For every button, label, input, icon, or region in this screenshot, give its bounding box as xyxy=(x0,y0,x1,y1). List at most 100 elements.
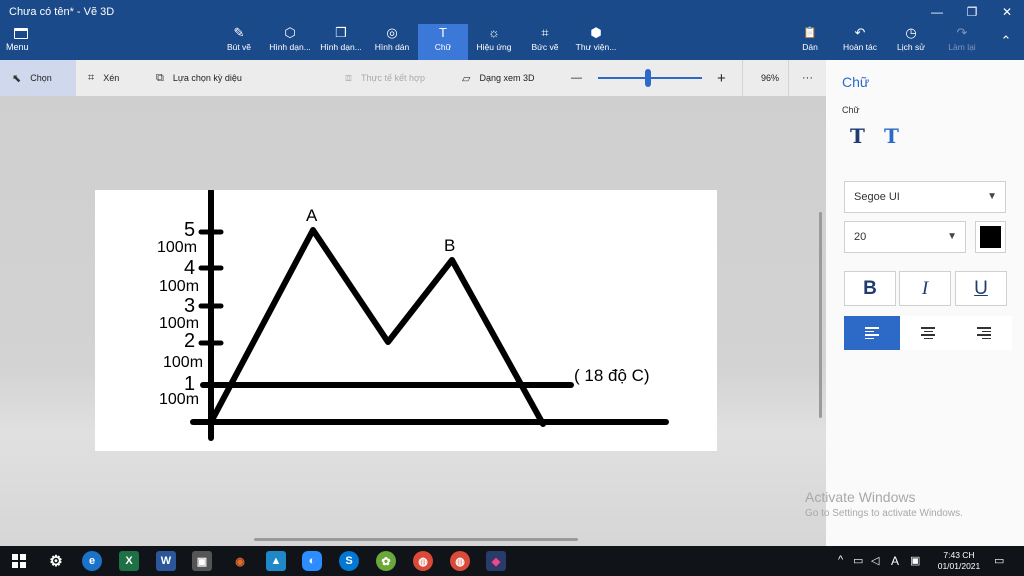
paint3d-app-icon[interactable]: ◆ xyxy=(486,551,506,571)
redo-button[interactable]: ↷ Làm lại xyxy=(944,24,980,60)
clock-date: 01/01/2021 xyxy=(937,561,981,571)
notifications-icon[interactable]: ▭ xyxy=(994,554,1004,567)
system-clock[interactable]: 7:43 CH 01/01/2021 xyxy=(931,550,987,572)
crop-button[interactable]: ⌗ Xén xyxy=(88,60,119,96)
drawing-canvas[interactable]: 5 100m 4 100m 3 100m 2 100m 1 100m A B (… xyxy=(95,190,717,451)
store-app-icon[interactable]: ▣ xyxy=(192,551,212,571)
volume-icon[interactable]: ◁ xyxy=(871,554,879,567)
tool-label: Hình dạn... xyxy=(269,42,311,52)
tool-label: Làm lại xyxy=(948,42,976,52)
zoom-app-icon[interactable]: ◐ xyxy=(302,551,322,571)
align-left-icon xyxy=(865,327,879,339)
activation-watermark: Activate Windows Go to Settings to activ… xyxy=(805,489,963,519)
toolbar-divider xyxy=(788,60,789,96)
input-language[interactable]: A xyxy=(891,554,899,568)
italic-button[interactable]: I xyxy=(899,271,951,306)
tool-label: Hình dán xyxy=(374,42,410,52)
maximize-button[interactable]: ❐ xyxy=(955,2,989,22)
ribbon: Chưa có tên* - Vẽ 3D — ❐ ✕ Menu ✎ Bút vẽ… xyxy=(0,0,1024,60)
mixed-reality-icon: ⧈ xyxy=(345,71,352,84)
undo-button[interactable]: ↶ Hoàn tác xyxy=(840,24,880,60)
minimize-button[interactable]: — xyxy=(920,2,954,22)
excel-app-icon[interactable]: X xyxy=(119,551,139,571)
view-3d-button[interactable]: ▱ Dạng xem 3D xyxy=(462,60,535,96)
tool-label: Hoàn tác xyxy=(842,42,878,52)
text-color-button[interactable] xyxy=(975,221,1006,253)
font-family-select[interactable]: Segoe UI ▼ xyxy=(844,181,1006,213)
edge-app-icon[interactable]: e xyxy=(82,551,102,571)
align-right-icon xyxy=(977,327,991,339)
folder-icon xyxy=(14,28,28,39)
chrome-app-icon[interactable]: ◍ xyxy=(413,551,433,571)
font-size-select[interactable]: 20 ▼ xyxy=(844,221,966,253)
tool-effects[interactable]: ☼ Hiệu ứng xyxy=(474,24,514,60)
horizontal-scrollbar[interactable] xyxy=(254,538,578,541)
tool-stickers[interactable]: ◎ Hình dán xyxy=(371,24,413,60)
text-properties-panel: Chữ Chữ T T Segoe UI ▼ 20 ▼ B I U xyxy=(826,60,1024,546)
zoom-in-button[interactable]: + xyxy=(717,60,726,96)
chevron-up-icon: ⌃ xyxy=(1000,33,1012,48)
windows-icon xyxy=(12,554,26,568)
underline-button[interactable]: U xyxy=(955,271,1007,306)
zoom-out-button[interactable]: — xyxy=(571,60,582,96)
tool-label: Hiệu ứng xyxy=(476,42,512,52)
color-swatch xyxy=(980,226,1001,248)
effects-icon: ☼ xyxy=(488,25,500,40)
paste-icon: 📋 xyxy=(803,27,817,39)
history-button[interactable]: ◷ Lịch sử xyxy=(894,24,928,60)
tool-label: Chữ xyxy=(434,42,452,52)
vertical-scrollbar[interactable] xyxy=(819,212,822,418)
skype-app-icon[interactable]: S xyxy=(339,551,359,571)
media-app-icon[interactable]: ◉ xyxy=(230,551,250,571)
ime-icon[interactable]: ▣ xyxy=(910,554,920,567)
tool-3d-shapes[interactable]: ❒ Hình dạn... xyxy=(318,24,364,60)
magic-select-button[interactable]: ⧉ Lựa chọn kỳ diệu xyxy=(156,60,242,96)
align-right-button[interactable] xyxy=(956,316,1012,350)
select-button[interactable]: ⬉ Chọn xyxy=(0,60,76,96)
tool-text[interactable]: T Chữ xyxy=(418,24,468,60)
tool-2d-shapes[interactable]: ⬡ Hình dạn... xyxy=(267,24,313,60)
align-center-button[interactable] xyxy=(900,316,956,350)
peak-label-a: A xyxy=(306,206,318,225)
tray-chevron-icon[interactable]: ^ xyxy=(838,554,843,566)
photos-app-icon[interactable]: ▲ xyxy=(266,551,286,571)
undo-icon: ↶ xyxy=(854,25,866,40)
mountain-profile xyxy=(208,227,546,427)
settings-app-icon[interactable]: ⚙ xyxy=(46,551,66,571)
cursor-icon: ⬉ xyxy=(12,72,22,85)
select-label: Chọn xyxy=(30,73,52,83)
zoom-slider-thumb[interactable] xyxy=(645,69,651,87)
tool-label: Bút vẽ xyxy=(226,42,252,52)
mixed-reality-button[interactable]: ⧈ Thực tế kết hợp xyxy=(345,60,425,96)
watermark-subtitle: Go to Settings to activate Windows. xyxy=(805,508,963,519)
axis-tick-label: 2 xyxy=(184,330,196,352)
more-options-button[interactable]: ··· xyxy=(802,60,813,96)
view-3d-label: Dạng xem 3D xyxy=(479,73,535,83)
word-app-icon[interactable]: W xyxy=(156,551,176,571)
magic-select-icon: ⧉ xyxy=(156,71,164,84)
cube-icon: ❒ xyxy=(335,25,347,40)
redo-icon: ↷ xyxy=(956,25,968,40)
chrome-app-icon[interactable]: ◍ xyxy=(450,551,470,571)
text-icon: T xyxy=(439,25,447,40)
mixed-reality-label: Thực tế kết hợp xyxy=(361,73,425,83)
history-icon: ◷ xyxy=(905,25,917,40)
3d-text-icon[interactable]: T xyxy=(884,124,899,148)
paste-button[interactable]: 📋 Dán xyxy=(798,24,822,60)
2d-text-icon[interactable]: T xyxy=(850,124,865,148)
view-3d-icon: ▱ xyxy=(462,72,471,85)
tool-3d-library[interactable]: ⬢ Thư viện... xyxy=(574,24,618,60)
tool-label: Dán xyxy=(802,42,818,52)
app-icon[interactable]: ✿ xyxy=(376,551,396,571)
interval-label: 100m xyxy=(159,391,200,408)
align-center-icon xyxy=(921,327,935,339)
close-button[interactable]: ✕ xyxy=(990,2,1024,22)
tool-canvas[interactable]: ⌗ Bức vẽ xyxy=(530,24,560,60)
align-left-button[interactable] xyxy=(844,316,900,350)
start-button[interactable] xyxy=(9,551,29,571)
menu-button[interactable]: Menu xyxy=(6,26,50,58)
tool-label: Thư viện... xyxy=(575,42,617,52)
bold-button[interactable]: B xyxy=(844,271,896,306)
network-icon[interactable]: ▭ xyxy=(853,554,863,567)
tool-brushes[interactable]: ✎ Bút vẽ xyxy=(222,24,256,60)
